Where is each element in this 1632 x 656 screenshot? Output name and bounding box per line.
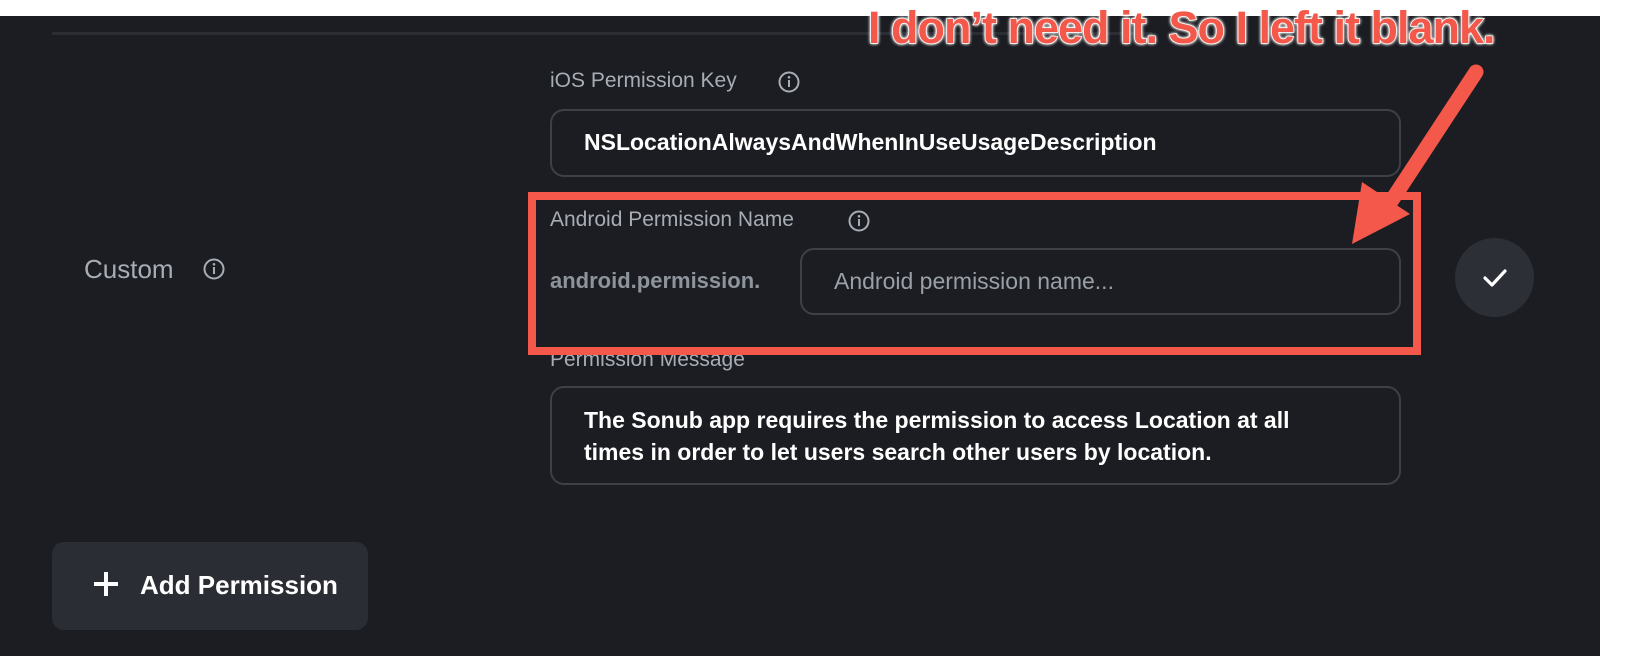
ios-permission-key-value: NSLocationAlwaysAndWhenInUseUsageDescrip…	[584, 129, 1157, 155]
info-icon[interactable]	[778, 71, 800, 93]
add-permission-button[interactable]: Add Permission	[52, 542, 368, 630]
plus-icon	[94, 572, 118, 596]
highlight-box	[528, 192, 1421, 355]
annotation-callout: I don’t need it. So I left it blank.	[867, 1, 1496, 54]
confirm-button[interactable]	[1455, 238, 1534, 317]
permission-message-value: The Sonub app requires the permission to…	[584, 407, 1290, 465]
info-icon[interactable]	[203, 258, 225, 280]
ios-permission-key-label: iOS Permission Key	[550, 69, 737, 92]
checkmark-icon	[1482, 268, 1507, 287]
custom-row-label: Custom	[84, 254, 174, 284]
add-permission-label: Add Permission	[140, 570, 338, 600]
